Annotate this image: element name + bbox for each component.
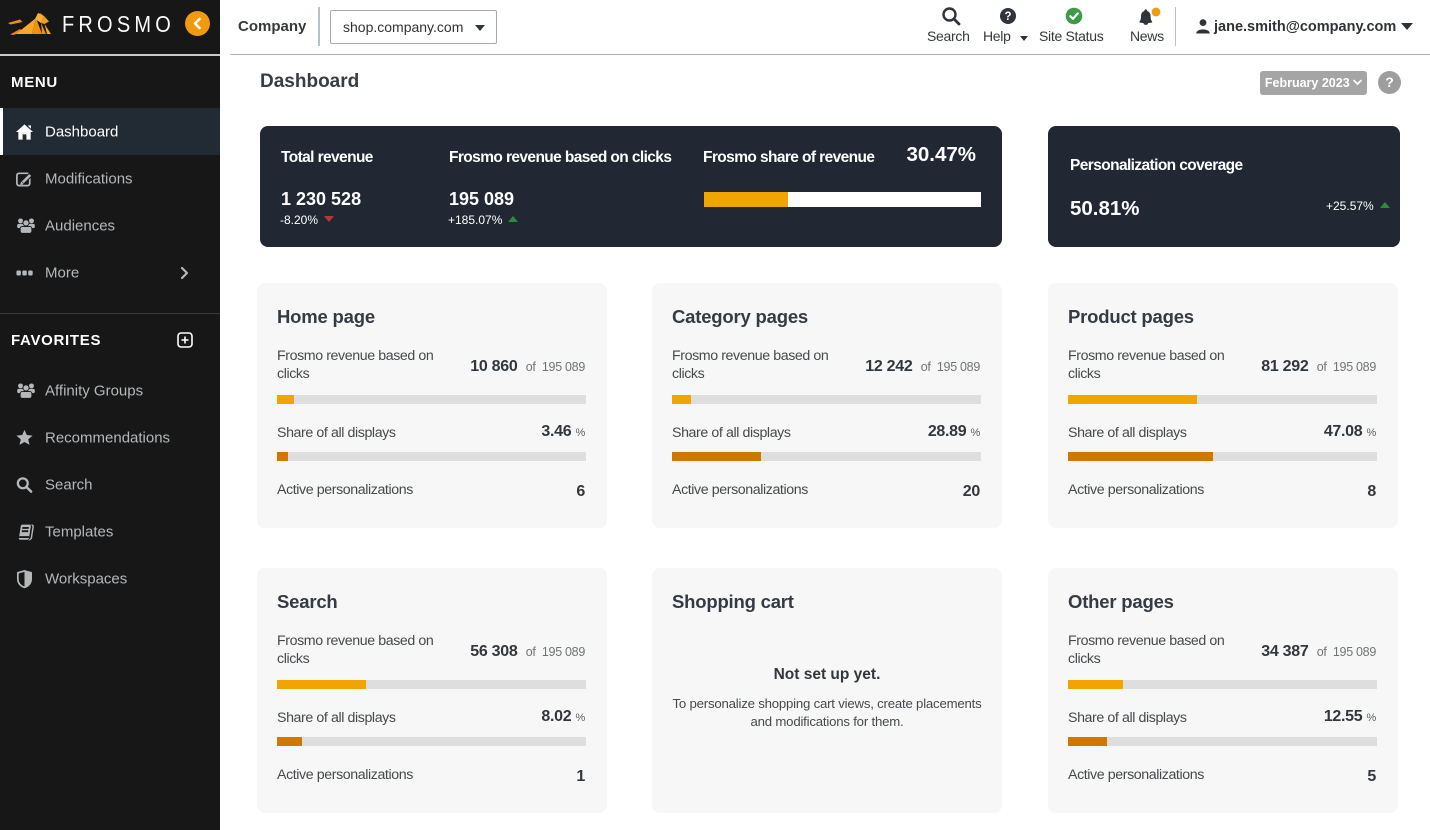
svg-text:?: ? (1004, 11, 1011, 23)
